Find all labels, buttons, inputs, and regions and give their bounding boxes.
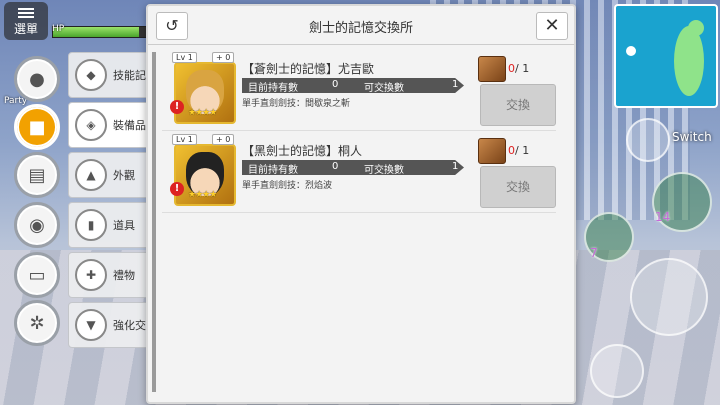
alert-icon: !	[170, 100, 184, 114]
attack-button[interactable]	[630, 258, 708, 336]
submenu-item-appearance[interactable]: ▲ 外觀	[68, 152, 158, 198]
submenu-label: 道具	[113, 219, 135, 232]
exchangeable-value: 1	[452, 79, 459, 90]
exchangeable-value: 1	[452, 161, 459, 172]
gear-icon: ✲	[29, 312, 45, 334]
plus-tag: + 0	[212, 134, 235, 145]
menu-label: 選單	[13, 22, 38, 36]
cart-icon: ▭	[28, 264, 46, 286]
cost-need: / 1	[515, 144, 530, 157]
skill-count-a: 14	[655, 210, 671, 224]
bag-icon: ■	[28, 116, 46, 138]
minimap[interactable]	[614, 4, 718, 108]
close-button[interactable]: ✕	[536, 12, 568, 40]
quest-menu-button[interactable]: ▤	[14, 152, 60, 198]
count-bar: 目前持有數 0 可交換數 1	[242, 160, 464, 175]
document-icon: ▤	[28, 164, 46, 186]
submenu-label: 裝備品	[113, 119, 146, 132]
exchange-row: Lv 1 + 0 ! ★★★★ 【蒼劍士的記憶】尤吉歐 目前持有數 0 可交換數…	[162, 50, 556, 131]
memory-exchange-dialog: ↺ 劍士的記憶交換所 ✕ Lv 1 + 0 ! ★★★★ 【蒼劍士的記憶】尤吉歐…	[146, 4, 576, 404]
rarity-stars: ★★★★	[188, 108, 217, 118]
owned-label: 目前持有數	[248, 83, 298, 94]
memory-name: 【黑劍士的記憶】桐人	[242, 144, 363, 158]
owned-value: 0	[332, 79, 339, 90]
bag-menu-button[interactable]: ■	[14, 104, 60, 150]
exchangeable-label: 可交換數	[364, 83, 404, 94]
friends-icon: ◉	[29, 214, 45, 236]
submenu-item-enhance-exchange[interactable]: ▼ 強化交	[68, 302, 158, 348]
settings-menu-button[interactable]: ✲	[14, 300, 60, 346]
owned-label: 目前持有數	[248, 165, 298, 176]
owned-value: 0	[332, 161, 339, 172]
hp-bar-fill	[53, 27, 140, 37]
exchange-list: Lv 1 + 0 ! ★★★★ 【蒼劍士的記憶】尤吉歐 目前持有數 0 可交換數…	[158, 48, 556, 394]
appearance-icon: ▲	[75, 159, 107, 191]
submenu-item-gift[interactable]: ✚ 禮物	[68, 252, 158, 298]
person-icon: ●	[29, 68, 45, 90]
memory-name: 【蒼劍士的記憶】尤吉歐	[242, 62, 375, 76]
plus-tag: + 0	[212, 52, 235, 63]
cost-have: 0	[508, 144, 515, 157]
skill-record-icon: ◆	[75, 59, 107, 91]
cost-have: 0	[508, 62, 515, 75]
player-hud: 選單 HP	[0, 0, 150, 40]
dash-button[interactable]	[590, 344, 644, 398]
exchange-button[interactable]: 交換	[480, 166, 556, 208]
equipment-icon: ◈	[75, 109, 107, 141]
switch-label: Switch	[672, 130, 712, 144]
dialog-title: 劍士的記憶交換所	[308, 21, 413, 36]
dialog-header: ↺ 劍士的記憶交換所 ✕	[148, 6, 574, 45]
close-icon: ✕	[544, 15, 560, 36]
cost-count: 0/ 1	[508, 62, 529, 75]
enhance-exchange-icon: ▼	[75, 309, 107, 341]
memory-book-icon	[478, 138, 506, 164]
minimap-marker	[626, 46, 636, 56]
count-bar: 目前持有數 0 可交換數 1	[242, 78, 464, 93]
level-tag: Lv 1	[172, 134, 197, 145]
friends-menu-button[interactable]: ◉	[14, 202, 60, 248]
submenu-item-item[interactable]: ▮ 道具	[68, 202, 158, 248]
exchange-row: Lv 1 + 0 ! ★★★★ 【黑劍士的記憶】桐人 目前持有數 0 可交換數 …	[162, 132, 556, 213]
shop-menu-button[interactable]: ▭	[14, 252, 60, 298]
bag-submenu: ◆ 技能記憶 ◈ 裝備品 ▲ 外觀 ▮ 道具 ✚ 禮物 ▼ 強化交	[66, 50, 158, 360]
skill-count-b: 7	[590, 246, 598, 260]
minimap-terrain	[674, 26, 704, 96]
level-tag: Lv 1	[172, 52, 197, 63]
skill-text: 單手直劍劍技：間歇泉之斬	[242, 99, 351, 109]
submenu-label: 外觀	[113, 169, 135, 182]
submenu-label: 禮物	[113, 269, 135, 282]
profile-menu-button[interactable]: ●	[14, 56, 60, 102]
rarity-stars: ★★★★	[188, 190, 217, 200]
submenu-item-equipment[interactable]: ◈ 裝備品	[68, 102, 158, 148]
scrollbar[interactable]	[152, 52, 156, 392]
hp-label: HP	[52, 24, 65, 34]
submenu-label: 強化交	[113, 319, 146, 332]
submenu-item-skill-record[interactable]: ◆ 技能記憶	[68, 52, 158, 98]
hp-bar	[52, 26, 150, 38]
scrollbar-thumb[interactable]	[152, 52, 156, 392]
minimap-terrain	[688, 20, 704, 36]
item-icon: ▮	[75, 209, 107, 241]
hamburger-icon	[18, 8, 34, 18]
switch-button[interactable]	[626, 118, 670, 162]
cost-count: 0/ 1	[508, 144, 529, 157]
menu-button[interactable]: 選單	[4, 2, 48, 40]
skill-text: 單手直劍劍技：烈焰波	[242, 181, 333, 191]
exchange-button[interactable]: 交換	[480, 84, 556, 126]
gift-icon: ✚	[75, 259, 107, 291]
cost-need: / 1	[515, 62, 530, 75]
memory-book-icon	[478, 56, 506, 82]
alert-icon: !	[170, 182, 184, 196]
exchangeable-label: 可交換數	[364, 165, 404, 176]
